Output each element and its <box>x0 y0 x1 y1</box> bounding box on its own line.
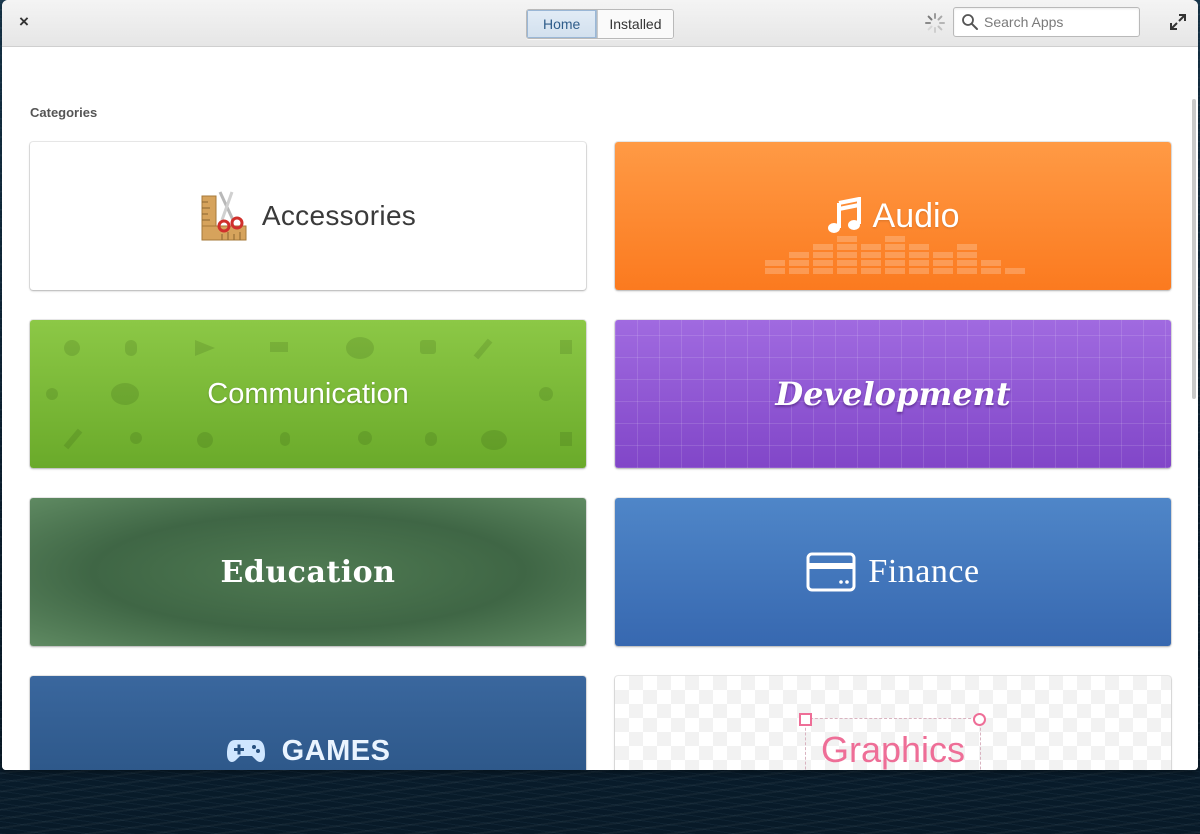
scrollbar[interactable] <box>1192 99 1196 399</box>
gamepad-icon <box>226 740 265 762</box>
category-label: Education <box>220 554 396 590</box>
search-icon <box>962 14 978 30</box>
content-area: Categories Accessories Audio Communicati… <box>2 47 1198 770</box>
category-label: GAMES <box>281 734 391 767</box>
category-card-accessories[interactable]: Accessories <box>30 142 586 290</box>
category-label: Accessories <box>261 200 417 231</box>
accessories-scissors-ruler-icon <box>201 191 247 241</box>
search-field[interactable] <box>953 7 1140 37</box>
category-card-audio[interactable]: Audio <box>615 142 1171 290</box>
category-label: Development <box>775 375 1011 413</box>
category-label: Graphics <box>820 729 966 770</box>
square-handle-icon <box>799 713 812 726</box>
section-title: Categories <box>30 105 98 120</box>
category-card-communication[interactable]: Communication <box>30 320 586 468</box>
loading-spinner-icon <box>925 13 945 33</box>
circle-handle-icon <box>973 713 986 726</box>
category-card-games[interactable]: GAMES <box>30 676 586 770</box>
music-note-icon <box>827 197 861 233</box>
header-bar: × Home Installed <box>2 0 1198 47</box>
tab-installed[interactable]: Installed <box>597 10 673 38</box>
category-label: Finance <box>868 553 980 590</box>
view-mode-switch: Home Installed <box>526 9 674 39</box>
maximize-icon[interactable] <box>1168 12 1188 32</box>
category-label: Communication <box>207 377 409 410</box>
credit-card-icon <box>806 552 856 592</box>
category-card-education[interactable]: Education <box>30 498 586 646</box>
category-card-finance[interactable]: Finance <box>615 498 1171 646</box>
category-card-graphics[interactable]: Graphics <box>615 676 1171 770</box>
category-card-development[interactable]: Development <box>615 320 1171 468</box>
tab-home[interactable]: Home <box>527 10 598 38</box>
equalizer-decoration <box>765 236 1025 274</box>
category-label: Audio <box>872 196 960 235</box>
close-button[interactable]: × <box>14 12 34 32</box>
search-input[interactable] <box>984 11 1132 33</box>
app-center-window: × Home Installed Search Apps Categories … <box>2 0 1198 770</box>
